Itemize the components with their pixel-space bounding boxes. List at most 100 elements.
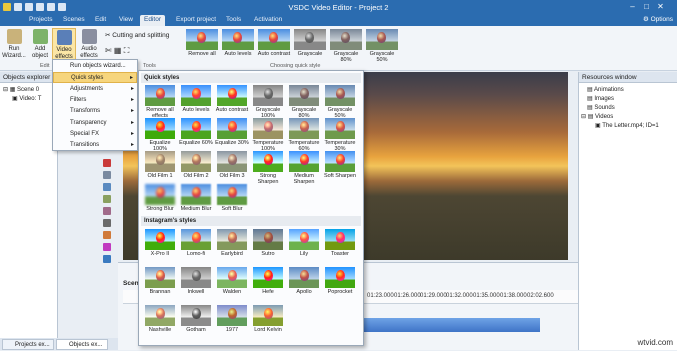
instagram-style-item[interactable]: X-Pro II — [143, 228, 177, 262]
quick-style-item[interactable]: Grayscale 100% — [251, 84, 285, 119]
menu-activation[interactable]: Activation — [250, 15, 286, 26]
video-tool-icon[interactable] — [103, 195, 111, 203]
menu-item-transforms[interactable]: Transforms ▸ — [53, 106, 137, 117]
projects-explorer-tab[interactable]: Projects ex... — [2, 339, 54, 350]
style-thumbnail — [145, 229, 175, 250]
resource-animations[interactable]: ▤ Animations — [587, 86, 624, 94]
resource-images[interactable]: ▤ Images — [587, 95, 614, 103]
effect-tool-icon[interactable] — [103, 255, 111, 263]
music-icon[interactable] — [103, 243, 111, 251]
quick-style-grayscale[interactable]: Grayscale — [293, 28, 327, 60]
instagram-style-item[interactable]: Poprocket — [323, 266, 357, 300]
scene-tab[interactable]: Scen — [123, 280, 139, 287]
menu-edit[interactable]: Edit — [91, 15, 110, 26]
film-icon[interactable] — [103, 219, 111, 227]
style-thumbnail — [325, 118, 355, 139]
instagram-style-item[interactable]: Toaster — [323, 228, 357, 262]
resources-panel: Resources window ▤ Animations ▤ Images ▤… — [578, 72, 677, 350]
menu-scenes[interactable]: Scenes — [59, 15, 89, 26]
cutting-splitting-button[interactable]: ✂ Cutting and splitting — [105, 31, 169, 39]
tree-item-video[interactable]: ▣ Video: T — [12, 95, 41, 103]
instagram-style-item[interactable]: Hefe — [251, 266, 285, 300]
text-tool-icon[interactable] — [103, 159, 111, 167]
resource-video-file[interactable]: ▣ The Letter.mp4; ID=1 — [595, 122, 659, 130]
instagram-style-item[interactable]: 1977 — [215, 304, 249, 338]
menu-item-run-objects-wizard[interactable]: Run objects wizard... — [53, 61, 137, 72]
run-wizard-button[interactable]: Run Wizard... — [2, 28, 26, 62]
style-thumbnail — [217, 267, 247, 288]
tools-group-label: Tools — [143, 63, 156, 69]
quick-style-item[interactable]: Medium Blur — [179, 183, 213, 217]
menu-tools[interactable]: Tools — [222, 15, 245, 26]
quick-style-item[interactable]: Strong Blur — [143, 183, 177, 217]
quick-style-item[interactable]: Auto contrast — [215, 84, 249, 118]
instagram-style-item[interactable]: Sutro — [251, 228, 285, 262]
maximize-icon[interactable]: □ — [642, 2, 651, 11]
quick-style-item[interactable]: Grayscale 50% — [323, 84, 357, 119]
instagram-style-item[interactable]: Apollo — [287, 266, 321, 300]
quick-style-item[interactable]: Equalize 100% — [143, 117, 177, 152]
audio-effects-button[interactable]: Audio effects — [77, 28, 101, 62]
video-track-clip[interactable] — [360, 318, 540, 332]
minimize-icon[interactable]: – — [628, 2, 637, 11]
quick-style-item[interactable]: Grayscale 80% — [287, 84, 321, 119]
quick-style-item[interactable]: Medium Sharpen — [287, 150, 321, 185]
quick-style-auto-levels[interactable]: Auto levels — [221, 28, 255, 60]
tree-item-scene[interactable]: ⊟ ▦ Scene 0 — [3, 86, 39, 94]
menu-item-adjustments[interactable]: Adjustments ▸ — [53, 84, 137, 95]
resource-videos[interactable]: ⊟ ▤ Videos — [581, 113, 613, 121]
add-object-icon — [32, 29, 48, 44]
image-tool-icon[interactable] — [103, 183, 111, 191]
quick-style-auto-contrast[interactable]: Auto contrast — [257, 28, 291, 60]
menu-view[interactable]: View — [115, 15, 137, 26]
instagram-style-item[interactable]: Brannan — [143, 266, 177, 300]
balloon-icon — [192, 232, 201, 243]
video-effects-button[interactable]: Video effects — [52, 28, 76, 62]
menu-projects[interactable]: Projects — [25, 15, 56, 26]
balloon-icon — [336, 154, 345, 165]
instagram-style-item[interactable]: Lily — [287, 228, 321, 262]
resource-sounds[interactable]: ▤ Sounds — [587, 104, 615, 112]
instagram-style-item[interactable]: Walden — [215, 266, 249, 300]
close-icon[interactable]: ✕ — [656, 2, 665, 11]
quick-style-item[interactable]: Old Film 2 — [179, 150, 213, 184]
quick-style-remove-all[interactable]: Remove all — [185, 28, 219, 60]
quick-style-item[interactable]: Auto levels — [179, 84, 213, 118]
quick-style-item[interactable]: Temperature 60% — [287, 117, 321, 152]
quick-style-item[interactable]: Equalize 60% — [179, 117, 213, 151]
menu-item-quick-styles[interactable]: Quick styles ▸ — [53, 72, 137, 83]
crop-tools[interactable]: ✄ ▦ ⛶ — [105, 46, 129, 56]
balloon-icon — [336, 88, 345, 99]
menu-item-filters[interactable]: Filters ▸ — [53, 95, 137, 106]
time-tick: 01:23.000 — [367, 293, 394, 299]
quick-style-item[interactable]: Remove all effects — [143, 84, 177, 119]
instagram-style-item[interactable]: Inkwell — [179, 266, 213, 300]
quick-style-grayscale-50[interactable]: Grayscale 50% — [365, 28, 399, 63]
objects-explorer-tab[interactable]: Objects ex... — [56, 339, 108, 350]
shape-tool-icon[interactable] — [103, 171, 111, 179]
instagram-style-item[interactable]: Lomo-fi — [179, 228, 213, 262]
quick-style-item[interactable]: Soft Blur — [215, 183, 249, 217]
instagram-style-item[interactable]: Gotham — [179, 304, 213, 338]
quick-style-item[interactable]: Old Film 1 — [143, 150, 177, 184]
menu-item-special-fx[interactable]: Special FX ▸ — [53, 129, 137, 140]
instagram-style-item[interactable]: Nashville — [143, 304, 177, 338]
quick-style-item[interactable]: Soft Sharpen — [323, 150, 357, 184]
menu-item-transparency[interactable]: Transparency ▸ — [53, 118, 137, 129]
quick-style-item[interactable]: Temperature 30% — [323, 117, 357, 152]
menu-editor[interactable]: Editor — [140, 15, 165, 26]
quick-style-item[interactable]: Temperature 100% — [251, 117, 285, 152]
chart-tool-icon[interactable] — [103, 231, 111, 239]
menu-item-transitions[interactable]: Transitions ▸ — [53, 140, 137, 151]
instagram-style-item[interactable]: Lord Kelvin — [251, 304, 285, 338]
instagram-style-item[interactable]: Earlybird — [215, 228, 249, 262]
quick-style-item[interactable]: Equalize 30% — [215, 117, 249, 151]
quick-style-label: Grayscale 50% — [369, 51, 395, 63]
quick-style-item[interactable]: Old Film 3 — [215, 150, 249, 184]
options-menu[interactable]: ⚙ Options — [643, 15, 673, 25]
quick-style-grayscale-80[interactable]: Grayscale 80% — [329, 28, 363, 63]
quick-style-item[interactable]: Strong Sharpen — [251, 150, 285, 185]
audio-tool-icon[interactable] — [103, 207, 111, 215]
menu-export-project[interactable]: Export project — [172, 15, 220, 26]
add-object-button[interactable]: Add object — [28, 28, 52, 62]
